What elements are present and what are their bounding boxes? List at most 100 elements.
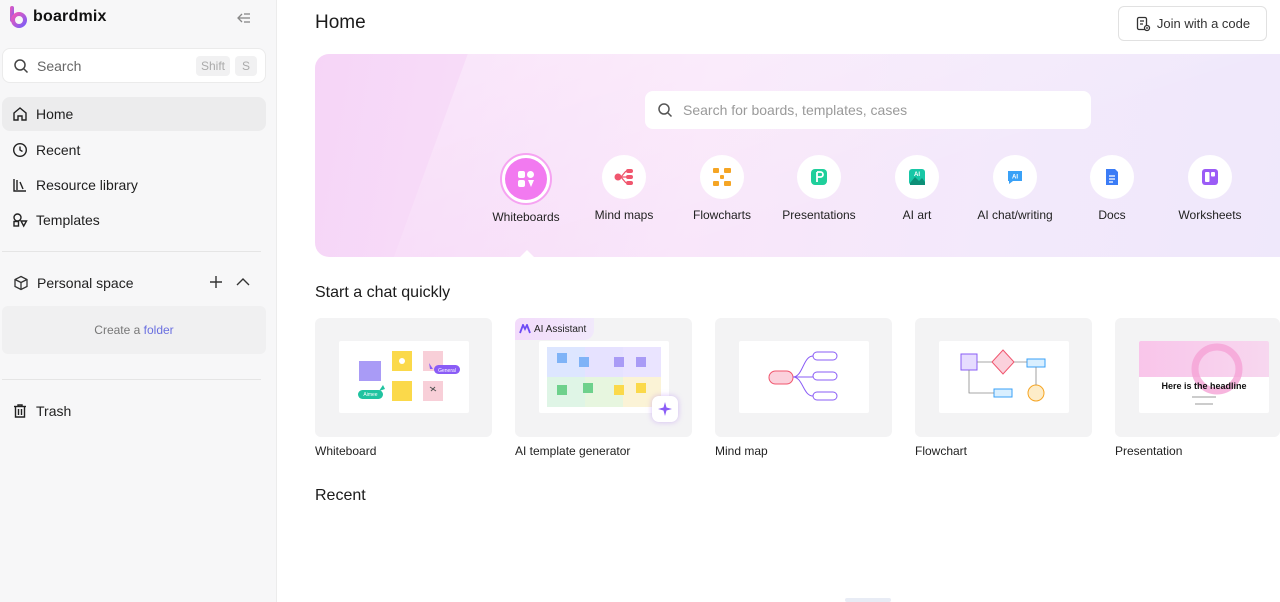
- ai-generate-button[interactable]: [652, 396, 678, 422]
- ai-assistant-badge: AI Assistant: [515, 318, 595, 340]
- category-label: AI art: [902, 208, 932, 222]
- presentation-preview-icon: Here is the headline: [1139, 341, 1269, 405]
- sidebar-divider: [2, 379, 261, 380]
- shortcut-s: S: [235, 56, 258, 76]
- trash-icon: [14, 404, 26, 418]
- mindmap-icon: [614, 169, 633, 185]
- quick-card-presentation[interactable]: Here is the headline: [1115, 318, 1280, 437]
- sidebar-item-recent[interactable]: Recent: [2, 133, 266, 167]
- quick-card-label: Whiteboard: [315, 444, 377, 458]
- category-flowcharts[interactable]: Flowcharts: [667, 155, 777, 222]
- flowchart-preview-icon: [960, 349, 1046, 402]
- whiteboard-preview-icon: General Aimee: [358, 351, 460, 401]
- sidebar-item-home[interactable]: Home: [2, 97, 266, 131]
- plus-icon[interactable]: [209, 275, 223, 289]
- recent-section-title: Recent: [315, 487, 366, 504]
- cube-icon: [14, 275, 28, 291]
- create-folder-prefix: Create a: [94, 323, 144, 337]
- category-label: Presentations: [782, 208, 856, 222]
- sidebar-item-label: Trash: [36, 403, 72, 419]
- category-worksheets[interactable]: Worksheets: [1155, 155, 1265, 222]
- hero-search-input[interactable]: [683, 102, 1063, 118]
- search-icon: [14, 58, 29, 73]
- sidebar-item-label: Templates: [36, 212, 100, 228]
- join-with-code-button[interactable]: Join with a code: [1118, 6, 1267, 41]
- category-ai-chat-writing[interactable]: AI AI chat/writing: [960, 155, 1070, 222]
- whiteboard-icon: [518, 171, 534, 187]
- category-whiteboards[interactable]: Whiteboards: [471, 153, 581, 224]
- sparkle-icon: [658, 402, 672, 416]
- sidebar-item-templates[interactable]: Templates: [2, 203, 266, 237]
- ai-chat-icon: AI: [1008, 171, 1022, 184]
- sidebar-item-resource-library[interactable]: Resource library: [2, 168, 266, 202]
- hero-search[interactable]: [645, 91, 1091, 129]
- template-grid-icon: [547, 347, 661, 407]
- library-icon: [13, 179, 26, 192]
- category-ai-art[interactable]: AI AI art: [862, 155, 972, 222]
- whiteboard-thumbnail: General Aimee: [339, 341, 469, 413]
- presentation-headline: Here is the headline: [1161, 381, 1246, 391]
- quick-card-label: AI template generator: [515, 444, 631, 458]
- loading-indicator: [845, 598, 891, 602]
- active-category-caret: [520, 250, 534, 257]
- quick-card-label: Presentation: [1115, 444, 1183, 458]
- quick-section-title: Start a chat quickly: [315, 284, 451, 301]
- sidebar-search[interactable]: Search Shift S: [2, 48, 266, 83]
- flowchart-thumbnail: [939, 341, 1069, 413]
- create-folder[interactable]: Create a folder: [2, 306, 266, 354]
- category-mind-maps[interactable]: Mind maps: [569, 155, 679, 222]
- ai-assistant-icon: [519, 324, 531, 334]
- brand[interactable]: boardmix: [9, 6, 107, 28]
- sidebar-item-label: Resource library: [36, 177, 138, 193]
- svg-text:AI: AI: [1012, 175, 1018, 181]
- search-icon: [658, 103, 673, 118]
- quick-card-mind-map[interactable]: [715, 318, 892, 437]
- join-code-icon: [1136, 16, 1151, 31]
- mind-map-preview-icon: [768, 351, 838, 401]
- quick-card-label: Flowchart: [915, 444, 968, 458]
- presentation-icon: [811, 169, 827, 185]
- personal-space-header[interactable]: Personal space: [13, 272, 263, 294]
- page-title: Home: [315, 12, 366, 33]
- create-folder-link[interactable]: folder: [144, 323, 174, 337]
- ai-badge-label: AI Assistant: [534, 323, 587, 335]
- sidebar-item-trash[interactable]: Trash: [2, 394, 266, 428]
- tag-aimee: Aimee: [363, 392, 377, 398]
- presentation-thumbnail: Here is the headline: [1139, 341, 1269, 413]
- category-label: Mind maps: [594, 208, 654, 222]
- quick-card-flowchart[interactable]: [915, 318, 1092, 437]
- category-label: Flowcharts: [692, 208, 751, 222]
- clock-icon: [12, 142, 28, 158]
- hero-banner: Whiteboards Mind maps Flowcharts Present…: [315, 54, 1280, 257]
- sidebar-item-label: Recent: [36, 142, 81, 158]
- sidebar-divider: [2, 251, 261, 252]
- category-docs[interactable]: Docs: [1057, 155, 1167, 222]
- main-content: Home Join with a code Whiteboards Mind m…: [277, 0, 1280, 602]
- quick-card-ai-template-generator[interactable]: AI Assistant: [515, 318, 692, 437]
- ai-art-icon: AI: [909, 169, 925, 185]
- category-label: AI chat/writing: [977, 208, 1053, 222]
- svg-text:AI: AI: [914, 172, 920, 178]
- ai-template-thumbnail: [539, 341, 669, 413]
- sidebar-item-label: Home: [36, 106, 74, 122]
- mind-map-thumbnail: [739, 341, 869, 413]
- personal-space-label: Personal space: [37, 275, 134, 291]
- sidebar: boardmix Search Shift S Home Recent Reso…: [0, 0, 277, 602]
- worksheet-icon: [1202, 169, 1218, 185]
- templates-icon: [13, 213, 28, 228]
- category-label: Worksheets: [1178, 208, 1242, 222]
- home-icon: [13, 107, 27, 121]
- flowchart-icon: [713, 168, 731, 186]
- brand-name: boardmix: [33, 8, 107, 25]
- category-label: Whiteboards: [492, 210, 560, 224]
- category-presentations[interactable]: Presentations: [764, 155, 874, 222]
- shortcut-shift: Shift: [196, 56, 231, 76]
- quick-card-whiteboard[interactable]: General Aimee: [315, 318, 492, 437]
- quick-card-label: Mind map: [715, 444, 768, 458]
- chevron-up-icon[interactable]: [235, 275, 251, 289]
- search-label: Search: [37, 57, 82, 74]
- category-label: Docs: [1098, 208, 1126, 222]
- collapse-sidebar-icon[interactable]: [236, 10, 252, 26]
- boardmix-logo-icon: [10, 6, 27, 28]
- tag-general: General: [438, 368, 456, 374]
